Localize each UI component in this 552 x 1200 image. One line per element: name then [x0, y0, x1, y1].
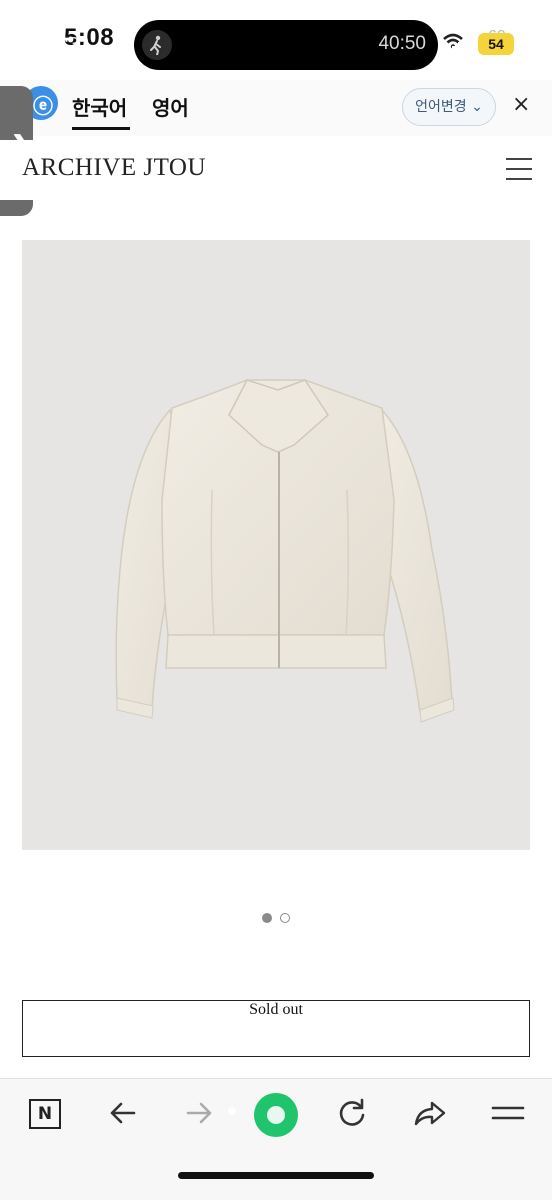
reload-icon[interactable]: [332, 1093, 372, 1133]
sold-out-button[interactable]: Sold out: [22, 1000, 530, 1057]
green-assistant-icon[interactable]: [254, 1093, 298, 1137]
carousel-dots: [262, 913, 302, 925]
back-arrow-icon[interactable]: [104, 1093, 144, 1133]
change-language-button[interactable]: 언어변경 ⌄: [402, 88, 496, 126]
menu-icon[interactable]: [488, 1093, 528, 1133]
carousel-dot[interactable]: [280, 913, 290, 923]
n-home-icon[interactable]: N: [29, 1099, 61, 1129]
forward-arrow-icon[interactable]: [180, 1093, 220, 1133]
jacket-image: [115, 379, 455, 723]
chevron-down-icon: ⌄: [471, 99, 483, 115]
change-language-label: 언어변경: [415, 99, 467, 115]
carousel-dot-active[interactable]: [262, 913, 272, 923]
product-image[interactable]: [22, 240, 530, 850]
status-bar: 5:08 20:32 40:50 60 54: [0, 0, 552, 84]
share-icon[interactable]: [410, 1093, 450, 1133]
walk-icon: [142, 30, 172, 60]
menu-icon[interactable]: [506, 158, 532, 180]
brand-logo[interactable]: ARCHIVE JTOU: [22, 154, 206, 182]
status-time-overlay: 20:32: [44, 34, 90, 54]
site-header: ARCHIVE JTOU: [0, 140, 552, 200]
home-indicator[interactable]: [178, 1172, 374, 1179]
active-tab-underline: [72, 127, 130, 130]
activity-timer: 40:50: [378, 33, 426, 54]
target-language-tab[interactable]: 영어: [152, 92, 189, 121]
page-indicator-dot: [228, 1107, 236, 1115]
translate-bar: ⓔ 한국어 영어 언어변경 ⌄ ×: [0, 80, 552, 136]
close-icon[interactable]: ×: [512, 92, 530, 117]
source-language-tab[interactable]: 한국어: [72, 92, 127, 121]
battery-badge: 54: [478, 33, 514, 55]
browser-toolbar: N: [0, 1078, 552, 1200]
signal-icon: [452, 39, 468, 52]
dynamic-island[interactable]: 40:50: [134, 20, 438, 70]
